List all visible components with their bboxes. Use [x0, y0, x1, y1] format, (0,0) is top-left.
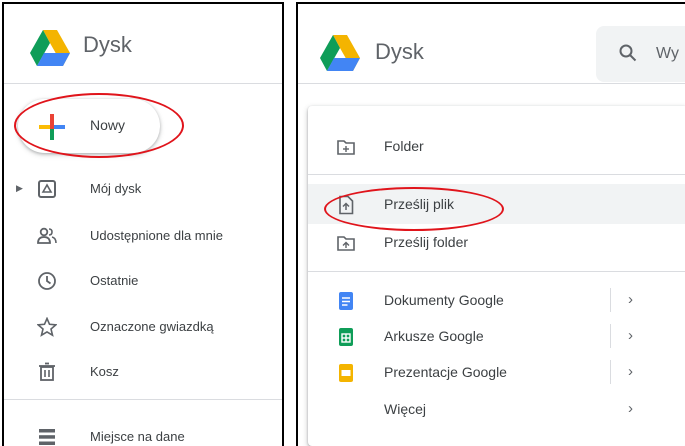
drive-logo-icon[interactable]	[320, 35, 360, 71]
menu-item-label: Arkusze Google	[384, 328, 484, 344]
sidebar-item-label: Ostatnie	[90, 273, 139, 288]
people-icon	[37, 227, 57, 244]
file-upload-icon	[339, 195, 354, 215]
google-sheets-icon	[339, 328, 353, 346]
chevron-right-icon[interactable]: ›	[628, 291, 633, 308]
chevron-right-icon[interactable]: ›	[628, 400, 633, 417]
menu-item-label: Więcej	[384, 401, 427, 417]
menu-item-label: Prześlij plik	[384, 196, 455, 212]
sidebar-item-label: Miejsce na dane	[90, 429, 185, 444]
menu-item-label: Prześlij folder	[384, 234, 469, 250]
menu-item-upload-folder[interactable]: Prześlij folder	[308, 222, 685, 262]
divider	[4, 399, 282, 400]
sidebar-item-label: Oznaczone gwiazdką	[90, 319, 214, 334]
divider	[610, 324, 611, 348]
new-folder-icon	[337, 140, 355, 155]
app-title[interactable]: Dysk	[375, 39, 424, 65]
expand-arrow-icon[interactable]: ▶	[16, 183, 23, 194]
trash-icon	[39, 362, 55, 381]
divider	[308, 271, 685, 272]
menu-item-google-sheets[interactable]: Arkusze Google ›	[308, 316, 685, 356]
chevron-right-icon[interactable]: ›	[628, 327, 633, 344]
search-input[interactable]: Wy	[596, 26, 685, 82]
menu-item-folder[interactable]: Folder	[308, 126, 685, 166]
menu-item-label: Prezentacje Google	[384, 364, 507, 380]
menu-item-google-slides[interactable]: Prezentacje Google ›	[308, 352, 685, 392]
menu-item-google-docs[interactable]: Dokumenty Google ›	[308, 280, 685, 320]
menu-item-label: Dokumenty Google	[384, 292, 504, 308]
divider	[610, 288, 611, 312]
drive-logo-icon[interactable]	[30, 30, 70, 66]
header: Dysk Wy	[298, 4, 685, 84]
search-placeholder: Wy	[656, 45, 679, 62]
star-icon	[37, 317, 57, 337]
divider	[308, 174, 685, 175]
new-button-label: Nowy	[90, 117, 126, 133]
right-screenshot-panel: Dysk Wy Folder Prześlij plik Prześlij fo…	[296, 2, 685, 446]
sidebar-item-my-drive[interactable]: ▶ Mój dysk	[4, 169, 282, 209]
left-screenshot-panel: Dysk Nowy ▶ Mój dysk Udostępnione dla mn…	[2, 2, 284, 446]
divider	[610, 360, 611, 384]
sidebar-item-label: Mój dysk	[90, 181, 142, 196]
search-icon[interactable]	[619, 44, 637, 62]
sidebar-item-storage[interactable]: Miejsce na dane	[4, 417, 282, 446]
menu-item-upload-file[interactable]: Prześlij plik	[308, 184, 685, 224]
menu-item-more[interactable]: Więcej ›	[308, 389, 685, 429]
chevron-right-icon[interactable]: ›	[628, 363, 633, 380]
new-item-menu: Folder Prześlij plik Prześlij folder Dok…	[308, 106, 685, 446]
storage-icon	[39, 429, 55, 445]
app-title[interactable]: Dysk	[83, 32, 132, 58]
drive-folder-icon	[38, 180, 56, 198]
sidebar-item-shared[interactable]: Udostępnione dla mnie	[4, 216, 282, 256]
sidebar-item-label: Udostępnione dla mnie	[90, 228, 223, 243]
sidebar-item-starred[interactable]: Oznaczone gwiazdką	[4, 307, 282, 347]
sidebar-item-label: Kosz	[90, 364, 119, 379]
google-slides-icon	[339, 364, 353, 382]
google-docs-icon	[339, 292, 353, 310]
folder-upload-icon	[337, 236, 355, 251]
new-button[interactable]: Nowy	[18, 99, 160, 153]
plus-icon	[39, 114, 65, 140]
sidebar-item-recent[interactable]: Ostatnie	[4, 261, 282, 301]
menu-item-label: Folder	[384, 138, 424, 154]
clock-icon	[38, 272, 56, 290]
sidebar-item-trash[interactable]: Kosz	[4, 352, 282, 392]
header: Dysk	[4, 4, 282, 84]
